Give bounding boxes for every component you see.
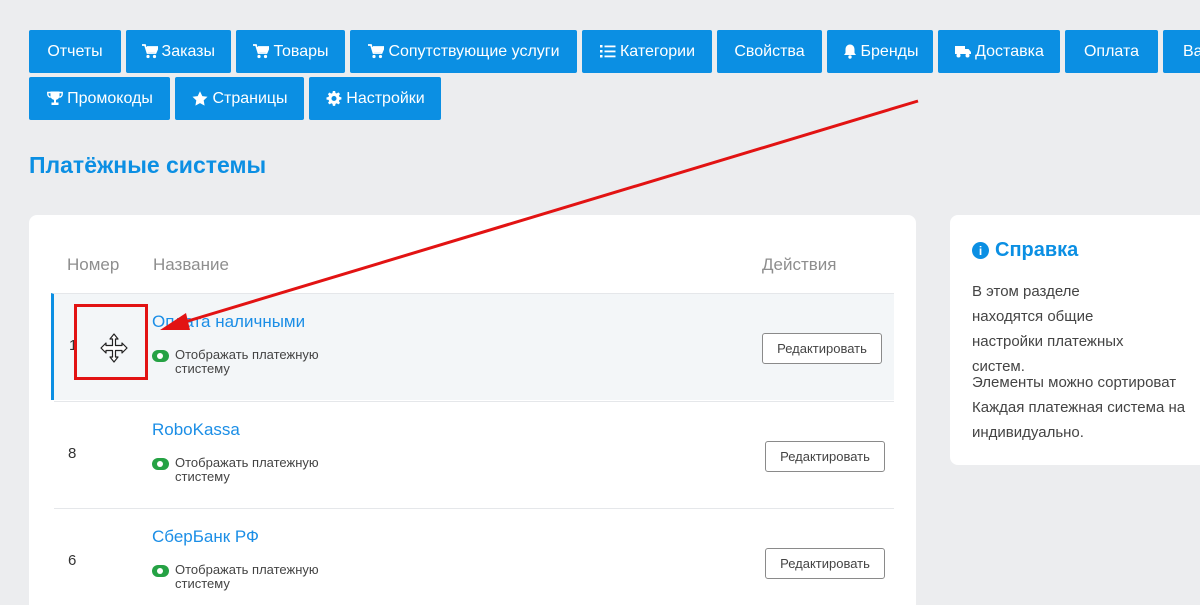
nav-services-button[interactable]: Сопутствующие услуги	[350, 30, 577, 73]
nav-settings-button[interactable]: Настройки	[309, 77, 441, 120]
nav-row-1: Отчеты Заказы Товары Сопутствующие услуг…	[29, 30, 1200, 73]
table-row[interactable]: 8 RoboKassa Отображать платежную стистем…	[54, 401, 894, 508]
nav-label: Сопутствующие услуги	[388, 42, 560, 60]
visibility-toggle-label: Отображать платежную стистему	[175, 347, 319, 376]
page-title: Платёжные системы	[29, 152, 267, 178]
row-number: 6	[68, 552, 77, 569]
column-header-name: Название	[153, 255, 229, 274]
nav-goods-button[interactable]: Товары	[236, 30, 345, 73]
nav-properties-button[interactable]: Свойства	[717, 30, 822, 73]
visibility-toggle[interactable]	[152, 565, 169, 577]
nav-label: Свойства	[734, 42, 805, 60]
help-paragraph-2-line: Каждая платежная система на	[972, 399, 1186, 416]
list-icon	[599, 44, 617, 60]
visibility-toggle-group[interactable]: Отображать платежную стистему	[152, 348, 365, 376]
nav-categories-button[interactable]: Категории	[582, 30, 712, 73]
truck-icon	[954, 44, 972, 60]
move-icon[interactable]	[99, 333, 129, 363]
nav-reports-button[interactable]: Отчеты	[29, 30, 121, 73]
cart-icon	[142, 44, 159, 60]
column-header-actions: Действия	[762, 255, 837, 274]
top-nav: Отчеты Заказы Товары Сопутствующие услуг…	[29, 30, 1200, 124]
payment-name-link[interactable]: СберБанк РФ	[152, 527, 259, 547]
gear-icon	[325, 91, 343, 107]
cart-icon	[252, 44, 270, 60]
nav-label: Доставка	[975, 42, 1044, 60]
nav-orders-button[interactable]: Заказы	[126, 30, 231, 73]
visibility-toggle[interactable]	[152, 458, 169, 470]
nav-label: Промокоды	[67, 89, 153, 107]
nav-label: Заказы	[161, 42, 215, 60]
nav-payment-button[interactable]: Оплата	[1065, 30, 1158, 73]
edit-button[interactable]: Редактировать	[762, 333, 882, 364]
help-title-text: Справка	[995, 239, 1079, 261]
nav-brands-button[interactable]: Бренды	[827, 30, 933, 73]
help-title: i Справка	[972, 239, 1078, 262]
nav-delivery-button[interactable]: Доставка	[938, 30, 1060, 73]
nav-row-2: Промокоды Страницы Настройки	[29, 77, 1200, 120]
nav-label: Товары	[273, 42, 329, 60]
trophy-icon	[46, 91, 64, 107]
nav-label: Ва	[1183, 42, 1200, 60]
help-paragraph-2-line: индивидуально.	[972, 424, 1084, 441]
visibility-toggle-label: Отображать платежную стистему	[175, 455, 319, 484]
visibility-toggle-group[interactable]: Отображать платежную стистему	[152, 563, 365, 591]
row-number: 8	[68, 445, 77, 462]
nav-label: Категории	[619, 42, 696, 60]
table-row[interactable]: 1 Оплата наличными Отображать платежную …	[51, 293, 894, 400]
payment-systems-card: Номер Название Действия 1 Оплата наличны…	[29, 215, 916, 605]
payment-name-link[interactable]: RoboKassa	[152, 420, 240, 440]
nav-pages-button[interactable]: Страницы	[175, 77, 304, 120]
edit-button[interactable]: Редактировать	[765, 441, 885, 472]
nav-promocodes-button[interactable]: Промокоды	[29, 77, 170, 120]
help-paragraph-1: В этом разделе находятся общие настройки…	[972, 283, 1124, 375]
visibility-toggle-group[interactable]: Отображать платежную стистему	[152, 456, 365, 484]
visibility-toggle[interactable]	[152, 350, 169, 362]
nav-label: Настройки	[346, 89, 425, 107]
nav-label: Бренды	[860, 42, 919, 60]
nav-label: Оплата	[1083, 42, 1140, 60]
help-paragraph-2-line: Элементы можно сортироват	[972, 374, 1177, 391]
help-panel: i Справка В этом разделе находятся общие…	[950, 215, 1200, 465]
info-icon: i	[972, 242, 989, 259]
nav-label: Страницы	[212, 89, 288, 107]
bell-icon	[842, 44, 858, 60]
edit-button[interactable]: Редактировать	[765, 548, 885, 579]
visibility-toggle-label: Отображать платежную стистему	[175, 562, 319, 591]
payment-name-link[interactable]: Оплата наличными	[152, 312, 305, 332]
nav-label: Отчеты	[47, 42, 103, 60]
table-row[interactable]: 6 СберБанк РФ Отображать платежную стист…	[54, 508, 894, 605]
help-paragraph-2: Элементы можно сортироват Каждая платежн…	[972, 370, 1200, 445]
star-icon	[191, 91, 209, 107]
cart-plus-icon	[367, 44, 385, 60]
nav-currency-button[interactable]: Ва	[1163, 30, 1200, 73]
column-header-number: Номер	[67, 255, 120, 274]
